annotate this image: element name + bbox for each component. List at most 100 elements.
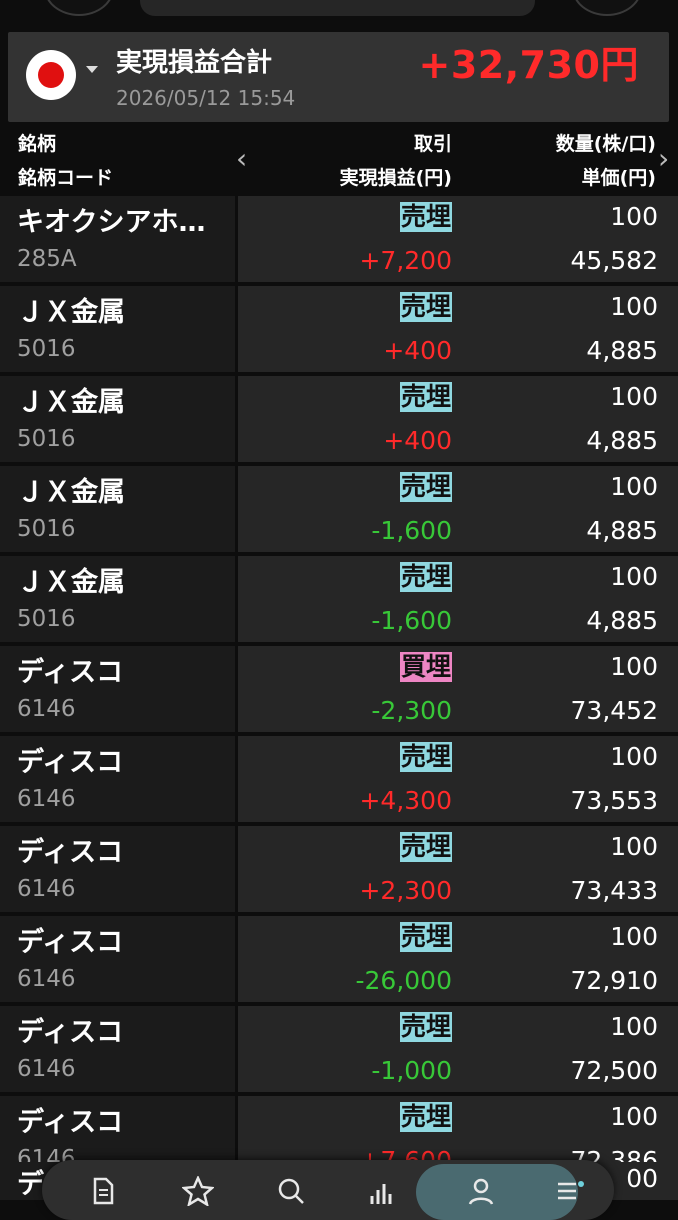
realized-pnl: -26,000	[355, 966, 453, 995]
chevron-right-icon[interactable]: ›	[658, 145, 669, 173]
stock-cell: ディスコ 6146	[0, 646, 235, 732]
realized-pnl: -1,600	[371, 606, 452, 635]
search-icon[interactable]	[276, 1176, 306, 1211]
menu-icon[interactable]	[554, 1176, 586, 1211]
document-icon[interactable]	[88, 1176, 118, 1211]
trade-type-badge: 買埋	[399, 652, 452, 682]
realized-pnl: -1,000	[371, 1056, 452, 1085]
trade-cell: 売埋 +4,300 100 73,553	[238, 736, 678, 822]
table-row[interactable]: ディスコ 6146 売埋 -1,000 100 72,500	[0, 1006, 678, 1096]
stock-code: 5016	[17, 516, 76, 542]
unit-price: 72,500	[570, 1056, 658, 1085]
trade-list: キオクシアホ… 285A 売埋 +7,200 100 45,582 ＪＸ金属 5016 売埋 +4…	[0, 196, 678, 1186]
unit-price: 4,885	[586, 336, 658, 365]
header-stock-code[interactable]: 銘柄コード	[18, 163, 113, 190]
stock-cell: ディスコ 6146	[0, 736, 235, 822]
quantity: 00	[626, 1164, 658, 1193]
trade-cell: 売埋 +400 100 4,885	[238, 376, 678, 462]
table-row[interactable]: キオクシアホ… 285A 売埋 +7,200 100 45,582	[0, 196, 678, 286]
trade-type-badge: 売埋	[399, 742, 452, 772]
header-realized-pnl[interactable]: 実現損益(円)	[340, 163, 452, 190]
header-quantity[interactable]: 数量(株/口)	[556, 129, 656, 156]
table-row[interactable]: ディスコ 6146 売埋 +4,300 100 73,553	[0, 736, 678, 826]
stock-name: ディスコ	[17, 747, 124, 778]
top-right-button[interactable]	[572, 0, 642, 16]
stock-code: 5016	[17, 336, 76, 362]
stock-name: キオクシアホ…	[17, 207, 206, 238]
stock-code: 5016	[17, 426, 76, 452]
stock-cell: ＪＸ金属 5016	[0, 376, 235, 462]
table-row[interactable]: ＪＸ金属 5016 売埋 -1,600 100 4,885	[0, 466, 678, 556]
user-icon[interactable]	[466, 1176, 496, 1211]
realized-pnl: +400	[383, 426, 452, 455]
unit-price: 73,553	[570, 786, 658, 815]
stock-cell: ディスコ 6146	[0, 826, 235, 912]
trade-cell: 売埋 +7,200 100 45,582	[238, 196, 678, 282]
trade-type-badge: 売埋	[399, 202, 452, 232]
trade-cell: 売埋 -26,000 100 72,910	[238, 916, 678, 1002]
quantity: 100	[610, 382, 658, 411]
chevron-left-icon[interactable]: ‹	[236, 145, 247, 173]
trade-type-badge: 売埋	[399, 922, 452, 952]
stock-code: 6146	[17, 876, 76, 902]
table-row[interactable]: ＪＸ金属 5016 売埋 +400 100 4,885	[0, 286, 678, 376]
unit-price: 73,452	[570, 696, 658, 725]
realized-pnl-summary: 実現損益合計 2026/05/12 15:54 +32,730円	[8, 32, 669, 122]
realized-pnl: +4,300	[359, 786, 452, 815]
stock-name: ディスコ	[17, 927, 124, 958]
stock-code: 6146	[17, 786, 76, 812]
header-trade[interactable]: 取引	[414, 129, 452, 156]
header-unit-price[interactable]: 単価(円)	[582, 163, 656, 190]
quantity: 100	[610, 472, 658, 501]
stock-name: ＪＸ金属	[17, 477, 125, 508]
trade-cell: 売埋 +400 100 4,885	[238, 286, 678, 372]
japan-flag-icon[interactable]	[26, 50, 76, 100]
chevron-down-icon[interactable]	[86, 66, 98, 73]
stock-code: 6146	[17, 1056, 76, 1082]
top-toolbar	[0, 0, 678, 30]
unit-price: 72,910	[570, 966, 658, 995]
stock-cell: ＪＸ金属 5016	[0, 286, 235, 372]
stock-code: 285A	[17, 246, 77, 272]
unit-price: 73,433	[570, 876, 658, 905]
trade-cell: 買埋 -2,300 100 73,452	[238, 646, 678, 732]
trade-cell: 売埋 +2,300 100 73,433	[238, 826, 678, 912]
table-row[interactable]: ディスコ 6146 買埋 -2,300 100 73,452	[0, 646, 678, 736]
realized-pnl: +400	[383, 336, 452, 365]
header-stock-name[interactable]: 銘柄	[18, 129, 56, 156]
trade-cell: 売埋 -1,600 100 4,885	[238, 466, 678, 552]
stock-cell: ディスコ 6146	[0, 1006, 235, 1092]
stock-name: ディスコ	[17, 837, 124, 868]
chart-icon[interactable]	[368, 1176, 398, 1211]
stock-cell: ＪＸ金属 5016	[0, 466, 235, 552]
quantity: 100	[610, 652, 658, 681]
trade-type-badge: 売埋	[399, 832, 452, 862]
star-icon[interactable]	[180, 1174, 216, 1211]
table-row[interactable]: ディスコ 6146 売埋 -26,000 100 72,910	[0, 916, 678, 1006]
top-segment-control[interactable]	[140, 0, 535, 16]
stock-name: ディスコ	[17, 1107, 124, 1138]
quantity: 100	[610, 562, 658, 591]
stock-code: 5016	[17, 606, 76, 632]
trade-type-badge: 売埋	[399, 1012, 452, 1042]
trade-type-badge: 売埋	[399, 292, 452, 322]
stock-name: ＪＸ金属	[17, 567, 125, 598]
quantity: 100	[610, 832, 658, 861]
stock-name: ディスコ	[17, 657, 124, 688]
realized-pnl: +2,300	[359, 876, 452, 905]
quantity: 100	[610, 1102, 658, 1131]
realized-pnl: +7,200	[359, 246, 452, 275]
trade-type-badge: 売埋	[399, 1102, 452, 1132]
table-row[interactable]: ディスコ 6146 売埋 +2,300 100 73,433	[0, 826, 678, 916]
table-row[interactable]: ＪＸ金属 5016 売埋 +400 100 4,885	[0, 376, 678, 466]
stock-cell: キオクシアホ… 285A	[0, 196, 235, 282]
stock-code: 6146	[17, 966, 76, 992]
trade-cell: 売埋 -1,000 100 72,500	[238, 1006, 678, 1092]
stock-name: ディスコ	[17, 1017, 124, 1048]
bottom-nav	[42, 1160, 614, 1220]
unit-price: 4,885	[586, 606, 658, 635]
unit-price: 45,582	[570, 246, 658, 275]
table-row[interactable]: ＪＸ金属 5016 売埋 -1,600 100 4,885	[0, 556, 678, 646]
top-left-button[interactable]	[44, 0, 114, 16]
realized-pnl: -1,600	[371, 516, 452, 545]
